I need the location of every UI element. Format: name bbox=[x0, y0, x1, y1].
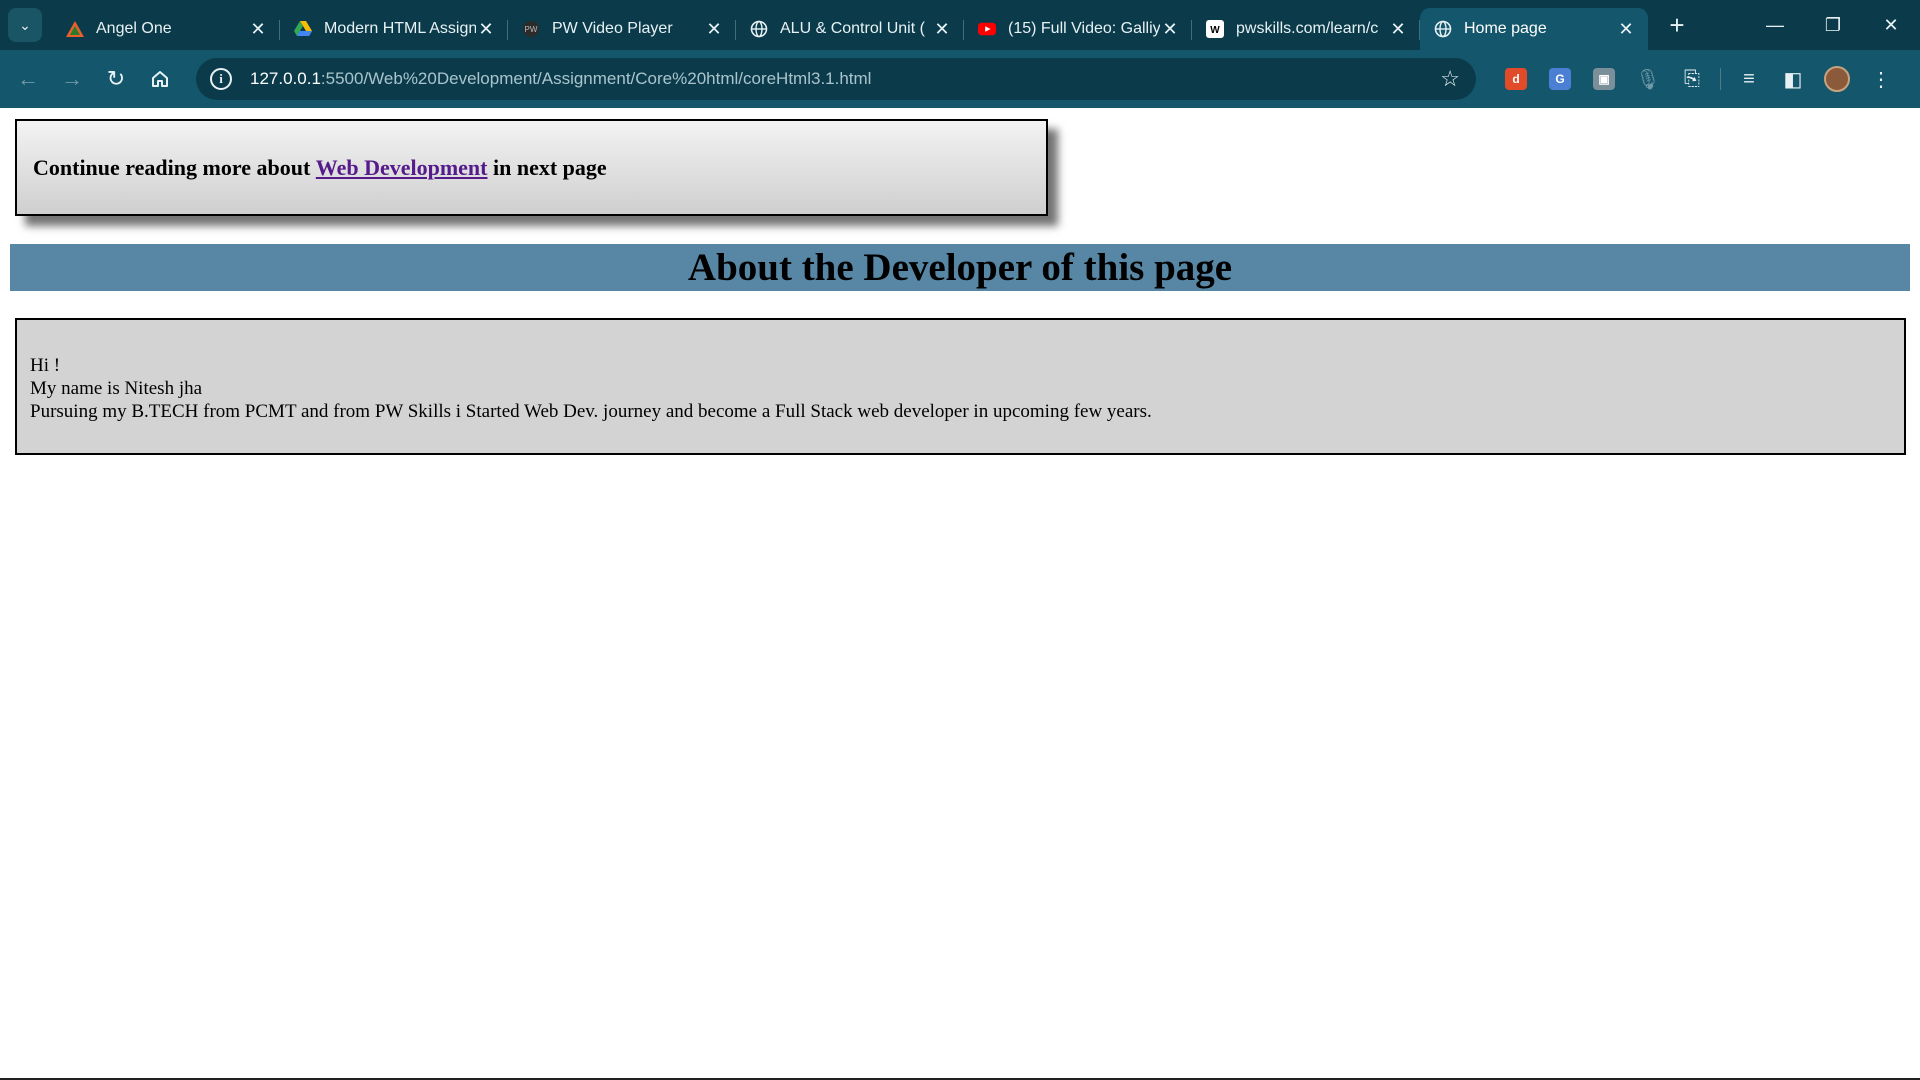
google-drive-icon bbox=[294, 20, 312, 38]
tab-list: Angel One ✕ Modern HTML Assign ✕ PW PW V… bbox=[52, 0, 1648, 50]
close-icon[interactable]: ✕ bbox=[1160, 19, 1180, 40]
microphone-icon[interactable]: 🎙 bbox=[1626, 67, 1670, 92]
home-icon[interactable] bbox=[138, 69, 182, 89]
close-icon[interactable]: ✕ bbox=[704, 19, 724, 40]
svg-text:PW: PW bbox=[525, 25, 538, 34]
tab-title: (15) Full Video: Galliy bbox=[1008, 20, 1160, 37]
tab-title: pwskills.com/learn/c bbox=[1236, 20, 1379, 37]
back-arrow-icon[interactable]: ← bbox=[6, 66, 50, 92]
tab-modern-html[interactable]: Modern HTML Assign ✕ bbox=[280, 8, 508, 50]
continue-reading-box: Continue reading more about Web Developm… bbox=[15, 119, 1048, 216]
close-icon[interactable]: ✕ bbox=[1388, 19, 1408, 40]
bookmark-star-icon[interactable]: ☆ bbox=[1440, 66, 1460, 92]
address-bar[interactable]: i 127.0.0.1:5500/Web%20Development/Assig… bbox=[196, 58, 1476, 100]
media-control-icon[interactable]: ≡ bbox=[1727, 68, 1771, 91]
close-icon[interactable]: ✕ bbox=[1616, 19, 1636, 40]
extension-printer-icon[interactable]: ▣ bbox=[1582, 68, 1626, 90]
side-panel-icon[interactable]: ◧ bbox=[1771, 67, 1815, 92]
toolbar-separator bbox=[1720, 68, 1721, 90]
new-tab-plus-icon[interactable]: + bbox=[1662, 10, 1692, 41]
google-translate-icon[interactable]: G bbox=[1538, 68, 1582, 90]
tab-pw-video-player[interactable]: PW PW Video Player ✕ bbox=[508, 8, 736, 50]
url-path: :5500/Web%20Development/Assignment/Core%… bbox=[320, 69, 872, 88]
url-host: 127.0.0.1 bbox=[250, 69, 321, 88]
avatar bbox=[1824, 66, 1850, 92]
site-info-icon[interactable]: i bbox=[210, 68, 232, 90]
about-line-greeting: Hi ! bbox=[30, 355, 61, 376]
angel-one-icon bbox=[66, 20, 84, 38]
tab-title: ALU & Control Unit ( bbox=[780, 20, 925, 37]
tab-title: Modern HTML Assign bbox=[324, 20, 476, 37]
minimize-icon[interactable]: — bbox=[1746, 0, 1804, 50]
close-window-icon[interactable]: ✕ bbox=[1862, 0, 1920, 50]
callout-suffix: in next page bbox=[487, 154, 607, 180]
extensions-puzzle-icon[interactable]: ⎘ bbox=[1670, 68, 1714, 91]
tab-title: Angel One bbox=[96, 20, 172, 37]
extension-red-icon[interactable]: d bbox=[1494, 68, 1538, 90]
tab-title: Home page bbox=[1464, 20, 1547, 37]
window-controls: — ❐ ✕ bbox=[1746, 0, 1920, 50]
about-developer-box: Hi ! My name is Nitesh jha Pursuing my B… bbox=[15, 318, 1906, 455]
page-title: About the Developer of this page bbox=[10, 244, 1910, 291]
close-icon[interactable]: ✕ bbox=[476, 19, 496, 40]
tab-youtube[interactable]: (15) Full Video: Galliy ✕ bbox=[964, 8, 1192, 50]
close-icon[interactable]: ✕ bbox=[248, 19, 268, 40]
youtube-icon bbox=[978, 20, 996, 38]
globe-icon bbox=[750, 20, 768, 38]
tab-search-button[interactable]: ⌄ bbox=[8, 8, 42, 42]
tab-strip: ⌄ Angel One ✕ Modern HTML Assign ✕ PW PW… bbox=[0, 0, 1920, 50]
callout-prefix: Continue reading more about bbox=[33, 154, 316, 180]
extensions-area: d G ▣ 🎙 ⎘ ≡ ◧ ⋮ bbox=[1494, 50, 1903, 108]
browser-toolbar: ← → ↻ i 127.0.0.1:5500/Web%20Development… bbox=[0, 50, 1920, 108]
pw-icon: PW bbox=[522, 20, 540, 38]
web-development-link[interactable]: Web Development bbox=[316, 155, 488, 181]
about-line-bio: Pursuing my B.TECH from PCMT and from PW… bbox=[30, 401, 1152, 422]
reload-icon[interactable]: ↻ bbox=[94, 66, 138, 92]
svg-text:W: W bbox=[1210, 25, 1220, 36]
close-icon[interactable]: ✕ bbox=[932, 19, 952, 40]
page-viewport: Continue reading more about Web Developm… bbox=[0, 108, 1920, 1080]
tab-alu-control[interactable]: ALU & Control Unit ( ✕ bbox=[736, 8, 964, 50]
tab-angel-one[interactable]: Angel One ✕ bbox=[52, 8, 280, 50]
globe-icon bbox=[1434, 20, 1452, 38]
forward-arrow-icon[interactable]: → bbox=[50, 66, 94, 92]
tab-title: PW Video Player bbox=[552, 20, 673, 37]
url-text: 127.0.0.1:5500/Web%20Development/Assignm… bbox=[250, 69, 871, 89]
profile-avatar[interactable] bbox=[1815, 66, 1859, 92]
pwskills-icon: W bbox=[1206, 20, 1224, 38]
chevron-down-icon: ⌄ bbox=[19, 16, 31, 33]
restore-icon[interactable]: ❐ bbox=[1804, 0, 1862, 50]
tab-pwskills[interactable]: W pwskills.com/learn/c ✕ bbox=[1192, 8, 1420, 50]
tab-home-page[interactable]: Home page ✕ bbox=[1420, 8, 1648, 50]
about-line-name: My name is Nitesh jha bbox=[30, 378, 203, 399]
menu-kebab-icon[interactable]: ⋮ bbox=[1859, 67, 1903, 92]
